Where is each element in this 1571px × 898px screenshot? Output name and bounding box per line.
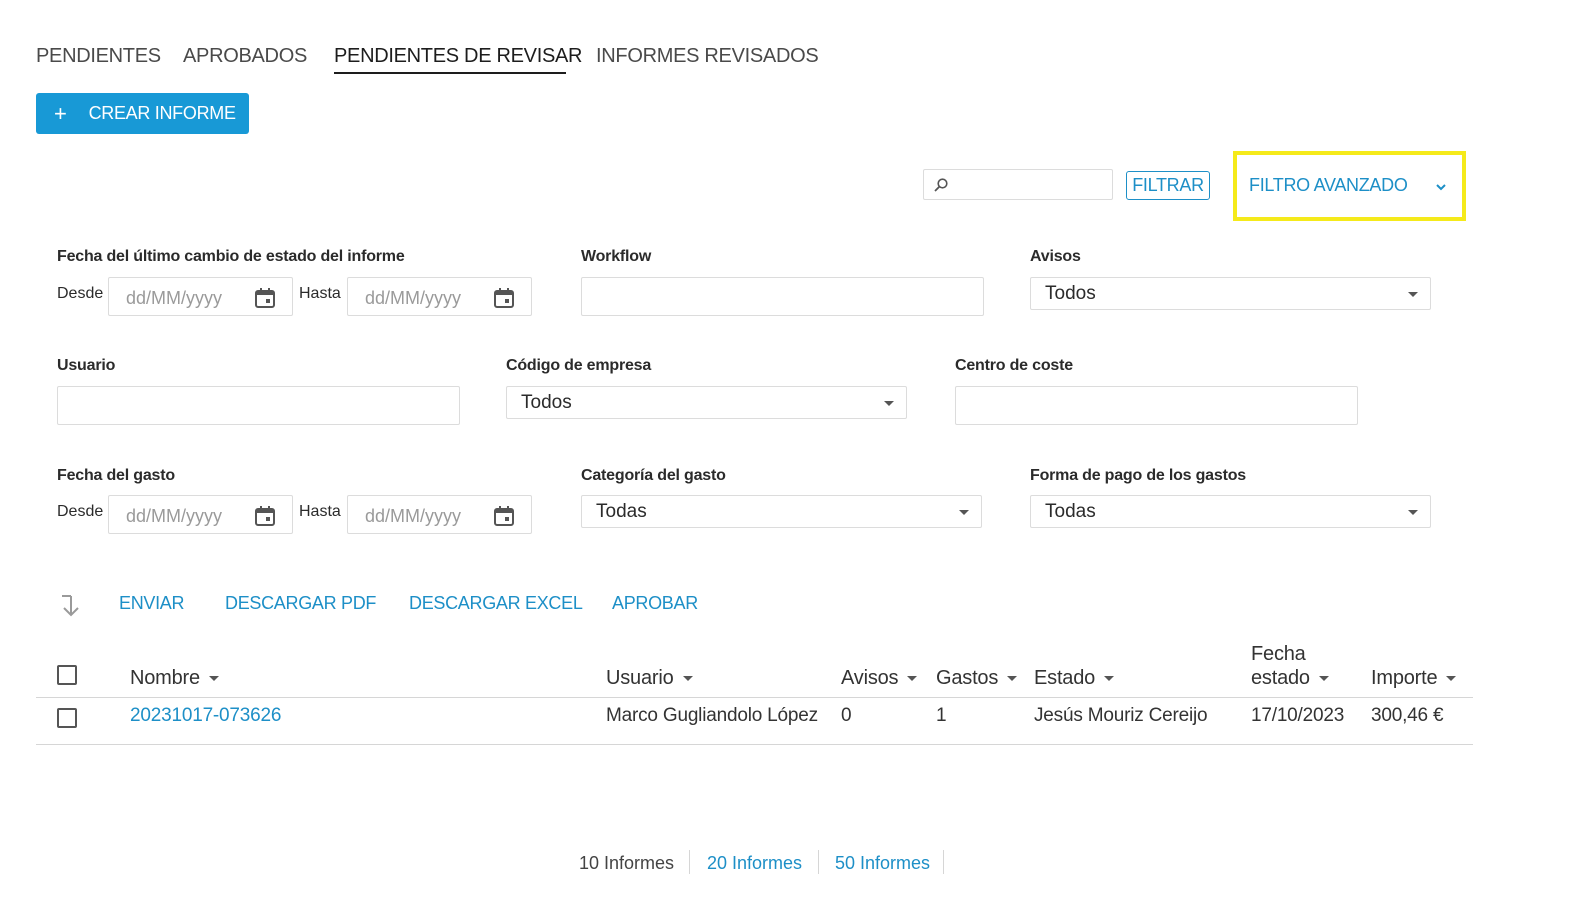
caret-down-icon [1408,510,1418,515]
forma-pago-select[interactable]: Todas [1030,495,1431,528]
send-action[interactable]: ENVIAR [119,593,185,614]
page-size-50[interactable]: 50 Informes [835,853,930,874]
pagination-separator [818,850,819,874]
expense-date-to-label: Hasta [299,503,341,520]
report-date-label: Fecha del último cambio de estado del in… [57,248,405,265]
report-date-to-label: Hasta [299,285,341,302]
workflow-label: Workflow [581,248,652,265]
pagination-separator [689,850,690,874]
report-date-to-input[interactable]: dd/MM/yyyy [347,277,532,316]
sort-caret-icon [1007,676,1018,682]
codigo-empresa-value: Todos [521,392,572,413]
column-header-importe[interactable]: Importe [1371,667,1457,690]
tab-pendientes[interactable]: PENDIENTES [36,45,161,68]
column-label: Nombre [130,667,200,689]
sort-caret-icon [907,676,918,682]
search-icon [934,178,948,192]
column-label: Importe [1371,667,1438,689]
arrow-down-icon[interactable] [60,594,82,618]
download-excel-action[interactable]: DESCARGAR EXCEL [409,593,583,614]
cell-importe: 300,46 € [1371,705,1444,726]
caret-down-icon [1408,292,1418,297]
caret-down-icon [959,510,969,515]
sort-caret-icon [208,676,219,682]
column-label: Avisos [841,667,899,689]
date-placeholder: dd/MM/yyyy [126,288,223,308]
categoria-value: Todas [596,501,647,522]
date-placeholder: dd/MM/yyyy [126,506,223,526]
forma-pago-value: Todas [1045,501,1096,522]
active-tab-underline [334,72,566,74]
advanced-filter-toggle[interactable]: FILTRO AVANZADO [1249,175,1408,196]
table-header-divider [36,697,1473,698]
cell-gastos: 1 [936,705,947,726]
forma-pago-label: Forma de pago de los gastos [1030,467,1246,484]
date-placeholder: dd/MM/yyyy [365,288,462,308]
column-header-nombre[interactable]: Nombre [130,667,219,690]
column-header-gastos[interactable]: Gastos [936,667,1018,690]
filter-button[interactable]: FILTRAR [1126,171,1210,200]
workflow-input[interactable] [581,277,984,316]
usuario-input[interactable] [57,386,460,425]
calendar-icon[interactable] [254,287,276,309]
select-all-checkbox[interactable] [57,665,77,685]
tab-pendientes-de-revisar[interactable]: PENDIENTES DE REVISAR [334,45,583,68]
cell-usuario: Marco Gugliandolo López [606,705,818,726]
column-label: Usuario [606,667,674,689]
report-name-link[interactable]: 20231017-073626 [130,705,281,727]
column-label: Estado [1034,667,1096,689]
tab-aprobados[interactable]: APROBADOS [183,45,307,68]
centro-coste-input[interactable] [955,386,1358,425]
caret-down-icon [884,401,894,406]
plus-icon: + [54,100,67,126]
expense-date-label: Fecha del gasto [57,467,175,484]
tab-informes-revisados[interactable]: INFORMES REVISADOS [596,45,819,68]
sort-caret-icon [1318,676,1329,682]
column-label: Gastos [936,667,999,689]
chevron-down-icon[interactable] [1435,181,1447,193]
column-header-fecha-estado[interactable]: Fecha estado [1251,643,1329,690]
column-label-line2: estado [1251,667,1310,689]
sort-caret-icon [1446,676,1457,682]
avisos-value: Todos [1045,283,1096,304]
expense-date-from-label: Desde [57,503,104,520]
usuario-label: Usuario [57,357,116,374]
avisos-select[interactable]: Todos [1030,277,1431,310]
column-header-estado[interactable]: Estado [1034,667,1115,690]
codigo-empresa-label: Código de empresa [506,357,652,374]
categoria-select[interactable]: Todas [581,495,982,528]
cell-fecha-estado: 17/10/2023 [1251,705,1345,726]
date-placeholder: dd/MM/yyyy [365,506,462,526]
cell-avisos: 0 [841,705,852,726]
calendar-icon[interactable] [254,505,276,527]
search-input[interactable] [923,169,1113,200]
expense-date-to-input[interactable]: dd/MM/yyyy [347,495,532,534]
create-report-label: CREAR INFORME [88,103,236,123]
report-date-from-label: Desde [57,285,104,302]
calendar-icon[interactable] [493,287,515,309]
sort-caret-icon [1104,676,1115,682]
avisos-label: Avisos [1030,248,1081,265]
create-report-button[interactable]: + CREAR INFORME [36,93,249,134]
column-label-line1: Fecha [1251,643,1306,665]
sort-caret-icon [682,676,693,682]
column-header-avisos[interactable]: Avisos [841,667,918,690]
row-checkbox[interactable] [57,708,77,728]
column-header-usuario[interactable]: Usuario [606,667,693,690]
pagination-separator [943,850,944,874]
calendar-icon[interactable] [493,505,515,527]
page-size-10[interactable]: 10 Informes [579,853,674,874]
report-date-from-input[interactable]: dd/MM/yyyy [108,277,293,316]
centro-coste-label: Centro de coste [955,357,1073,374]
categoria-label: Categoría del gasto [581,467,726,484]
page-size-20[interactable]: 20 Informes [707,853,802,874]
cell-estado: Jesús Mouriz Cereijo [1034,705,1208,726]
table-row-divider [36,744,1473,745]
approve-action[interactable]: APROBAR [612,593,698,614]
download-pdf-action[interactable]: DESCARGAR PDF [225,593,376,614]
expense-date-from-input[interactable]: dd/MM/yyyy [108,495,293,534]
codigo-empresa-select[interactable]: Todos [506,386,907,419]
